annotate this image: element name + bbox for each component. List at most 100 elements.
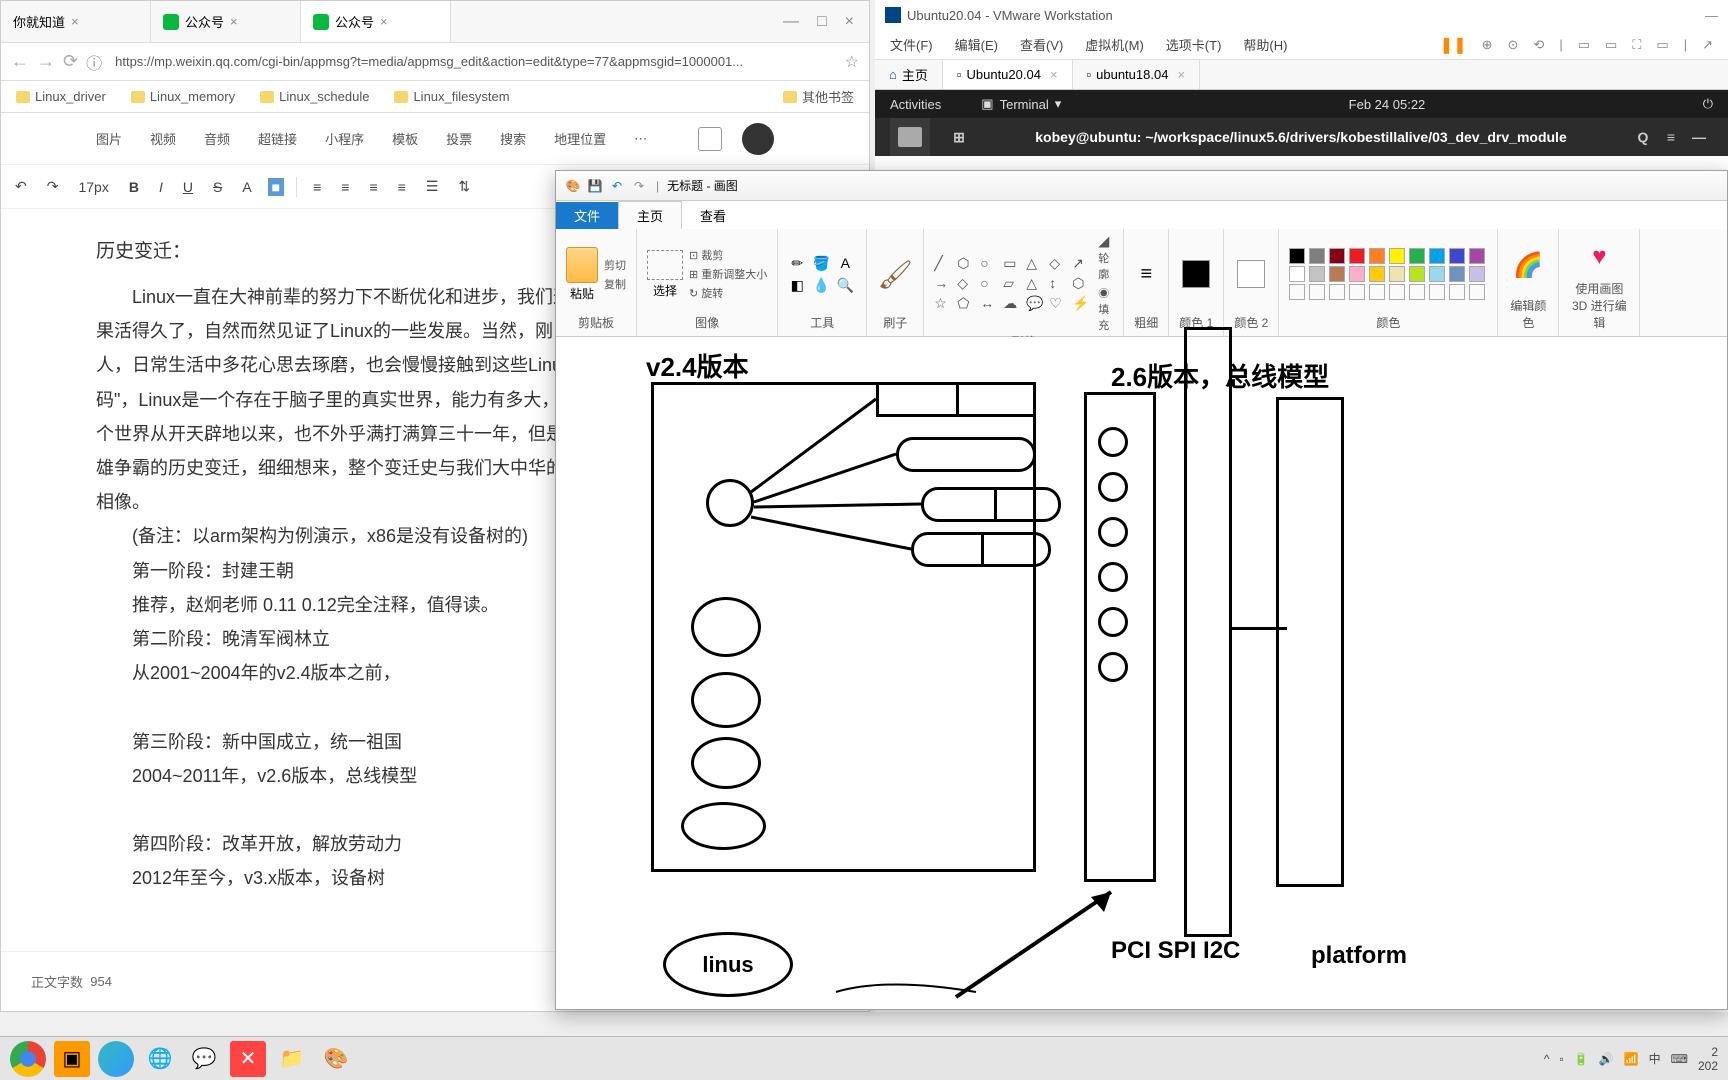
line-height-icon[interactable]: ⇅ <box>454 176 474 197</box>
picker-icon[interactable]: 💧 <box>812 276 830 294</box>
fullscreen-icon[interactable]: ⛶ <box>1632 37 1641 53</box>
resize-button[interactable]: ⊞ 重新调整大小 <box>689 266 767 282</box>
forward-icon[interactable]: → <box>37 51 55 72</box>
font-size[interactable]: 17px <box>74 177 112 197</box>
bookmark-other[interactable]: 其他书签 <box>783 87 854 106</box>
toolbar-vote[interactable]: 投票 <box>446 129 472 148</box>
close-icon[interactable]: × <box>1050 67 1058 82</box>
align-center-icon[interactable]: ≡ <box>337 177 353 197</box>
bold-icon[interactable]: B <box>125 177 143 197</box>
outline-button[interactable]: ◢ 轮廓 <box>1098 234 1113 282</box>
vmware-icon[interactable]: ▣ <box>54 1041 90 1077</box>
toolbar-miniapp[interactable]: 小程序 <box>325 129 364 148</box>
copy-button[interactable]: 复制 <box>604 276 626 292</box>
menu-help[interactable]: 帮助(H) <box>1243 35 1287 54</box>
minimize-icon[interactable]: — <box>783 13 799 31</box>
avatar[interactable] <box>742 123 774 155</box>
app-icon[interactable] <box>98 1041 134 1077</box>
url-input[interactable]: https://mp.weixin.qq.com/cgi-bin/appmsg?… <box>110 49 837 74</box>
underline-icon[interactable]: U <box>179 177 197 197</box>
menu-vm[interactable]: 虚拟机(M) <box>1085 35 1144 54</box>
strike-icon[interactable]: S <box>209 177 226 197</box>
layout-icon[interactable]: ▭ <box>1578 37 1590 53</box>
italic-icon[interactable]: I <box>155 177 167 197</box>
paint-canvas[interactable]: v2.4版本 2.6版本，总线模型 <box>556 337 1727 1009</box>
date[interactable]: 202 <box>1698 1059 1718 1073</box>
new-tab-icon[interactable]: ⊞ <box>945 123 973 151</box>
align-right-icon[interactable]: ≡ <box>365 177 381 197</box>
menu-view[interactable]: 查看(V) <box>1020 35 1063 54</box>
shapes-gallery[interactable]: ╱⬡○▭△◇↗ →◇○▱△↕⬡ ☆⬠↔☁💬♡⚡ <box>934 255 1092 312</box>
paint-icon[interactable]: 🎨 <box>318 1041 354 1077</box>
keyboard-icon[interactable]: ⌨ <box>1671 1052 1688 1066</box>
vm-tab-ubuntu20[interactable]: ▫Ubuntu20.04× <box>943 60 1073 89</box>
toolbar-audio[interactable]: 音频 <box>204 129 230 148</box>
menu-icon[interactable]: ≡ <box>1657 123 1685 151</box>
battery-icon[interactable]: 🔋 <box>1574 1052 1589 1066</box>
explorer-icon[interactable]: 📁 <box>274 1041 310 1077</box>
pause-icon[interactable]: ❚❚ <box>1440 35 1467 55</box>
app-icon[interactable]: ✕ <box>230 1041 266 1077</box>
bookmark-item[interactable]: Linux_memory <box>131 89 235 104</box>
text-icon[interactable]: A <box>836 254 854 272</box>
cut-button[interactable]: 剪切 <box>604 257 626 273</box>
pencil-icon[interactable]: ✏ <box>788 254 806 272</box>
close-icon[interactable]: × <box>380 14 394 29</box>
terminal-app-indicator[interactable]: ▣ Terminal ▾ <box>971 94 1071 114</box>
snapshot-icon[interactable]: ⊕ <box>1482 37 1493 53</box>
menu-tabs[interactable]: 选项卡(T) <box>1166 35 1222 54</box>
eraser-icon[interactable]: ◧ <box>788 276 806 294</box>
tab-view[interactable]: 查看 <box>682 202 744 229</box>
back-icon[interactable]: ← <box>11 51 29 72</box>
vm-tab-ubuntu18[interactable]: ▫ubuntu18.04× <box>1073 60 1201 89</box>
unity-icon[interactable]: ▭ <box>1656 37 1668 53</box>
toolbar-location[interactable]: 地理位置 <box>554 129 606 148</box>
network-icon[interactable]: ⏻ <box>1703 96 1713 112</box>
zoom-icon[interactable]: 🔍 <box>836 276 854 294</box>
search-icon[interactable]: Q <box>1629 123 1657 151</box>
toolbar-template[interactable]: 模板 <box>392 129 418 148</box>
fill-button[interactable]: ◉ 填充 <box>1098 285 1113 333</box>
star-icon[interactable]: ☆ <box>845 52 859 72</box>
paint3d-icon[interactable]: ♥ <box>1592 243 1606 271</box>
more-icon[interactable]: ⋯ <box>634 131 647 147</box>
minimize-icon[interactable]: — <box>1685 123 1713 151</box>
toolbar-search[interactable]: 搜索 <box>500 129 526 148</box>
brush-icon[interactable]: 🖌 <box>877 253 913 295</box>
chrome-icon[interactable]: 🌐 <box>142 1041 178 1077</box>
close-icon[interactable]: × <box>71 14 85 29</box>
align-justify-icon[interactable]: ≡ <box>394 177 410 197</box>
bookmark-item[interactable]: Linux_schedule <box>260 89 369 104</box>
font-color-icon[interactable]: A <box>238 177 255 197</box>
files-dock-icon[interactable] <box>890 118 930 156</box>
popup-icon[interactable]: ↗ <box>1702 37 1713 53</box>
reload-icon[interactable]: ⟳ <box>63 51 78 72</box>
crop-button[interactable]: ⊡ 裁剪 <box>689 247 767 263</box>
fill-icon[interactable]: 🪣 <box>812 254 830 272</box>
color1-swatch[interactable] <box>1182 260 1210 288</box>
close-icon[interactable]: × <box>1177 67 1185 82</box>
wechat-icon[interactable]: 💬 <box>186 1041 222 1077</box>
list-icon[interactable]: ☰ <box>422 176 443 197</box>
undo-icon[interactable]: ↶ <box>608 177 626 195</box>
phone-preview-icon[interactable] <box>698 127 722 151</box>
toolbar-image[interactable]: 图片 <box>96 129 122 148</box>
select-button[interactable]: 选择 <box>647 250 683 299</box>
edit-colors-icon[interactable]: 🌈 <box>1513 251 1543 280</box>
activities-button[interactable]: Activities <box>890 97 941 112</box>
close-icon[interactable]: × <box>230 14 244 29</box>
color2-swatch[interactable] <box>1237 260 1265 288</box>
minimize-icon[interactable]: — <box>1705 8 1718 23</box>
tab-0[interactable]: 你就知道× <box>1 1 151 42</box>
vm-tab-home[interactable]: ⌂主页 <box>875 60 943 89</box>
close-icon[interactable]: × <box>845 13 854 31</box>
chevron-up-icon[interactable]: ^ <box>1544 1052 1550 1066</box>
redo-icon[interactable]: ↷ <box>630 177 648 195</box>
paste-button[interactable]: 粘贴 <box>566 247 598 302</box>
rotate-button[interactable]: ↻ 旋转 <box>689 285 767 301</box>
wifi-icon[interactable]: 📶 <box>1624 1052 1639 1066</box>
bookmark-item[interactable]: Linux_driver <box>16 89 106 104</box>
tab-2[interactable]: 公众号× <box>301 1 451 42</box>
bookmark-item[interactable]: Linux_filesystem <box>394 89 509 104</box>
info-icon[interactable]: ⓘ <box>86 50 102 74</box>
